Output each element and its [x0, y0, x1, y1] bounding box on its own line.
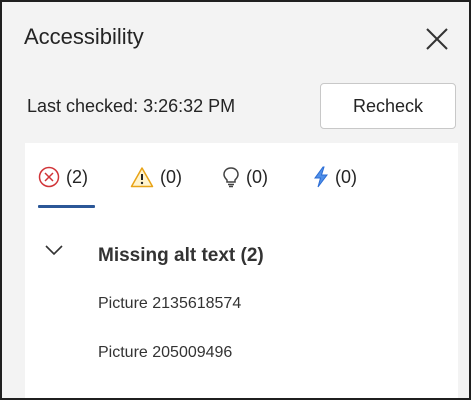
issue-item-picture-2[interactable]: Picture 205009496: [98, 344, 232, 362]
tab-intelligent-services[interactable]: (0): [313, 157, 357, 197]
recheck-button[interactable]: Recheck: [320, 83, 456, 129]
tab-tips[interactable]: (0): [222, 157, 268, 197]
accessibility-pane: Accessibility Last checked: 3:26:32 PM R…: [0, 0, 471, 400]
warning-icon: [130, 167, 154, 188]
close-button[interactable]: [422, 24, 452, 54]
lightning-icon: [314, 166, 328, 188]
last-checked-text: Last checked: 3:26:32 PM: [27, 96, 236, 116]
tab-errors[interactable]: (2): [38, 157, 88, 197]
tab-tips-count: (0): [246, 166, 268, 187]
lightbulb-icon: [223, 167, 239, 188]
error-circle-icon: [38, 166, 60, 188]
category-title[interactable]: Missing alt text (2): [98, 245, 264, 267]
tab-intelligent-services-count: (0): [335, 166, 357, 187]
close-icon: [426, 28, 448, 50]
tab-warnings[interactable]: (0): [130, 157, 182, 197]
category-expand-toggle[interactable]: [43, 239, 65, 261]
pane-title: Accessibility: [24, 24, 144, 49]
tab-errors-count: (2): [66, 166, 88, 187]
issue-item-picture-1[interactable]: Picture 2135618574: [98, 295, 241, 313]
selected-tab-indicator: [38, 205, 95, 208]
chevron-down-icon: [45, 245, 63, 256]
results-panel: (2) (0) (0) (0) Missing alt text (2) Pic…: [25, 143, 458, 398]
tab-warnings-count: (0): [160, 166, 182, 187]
